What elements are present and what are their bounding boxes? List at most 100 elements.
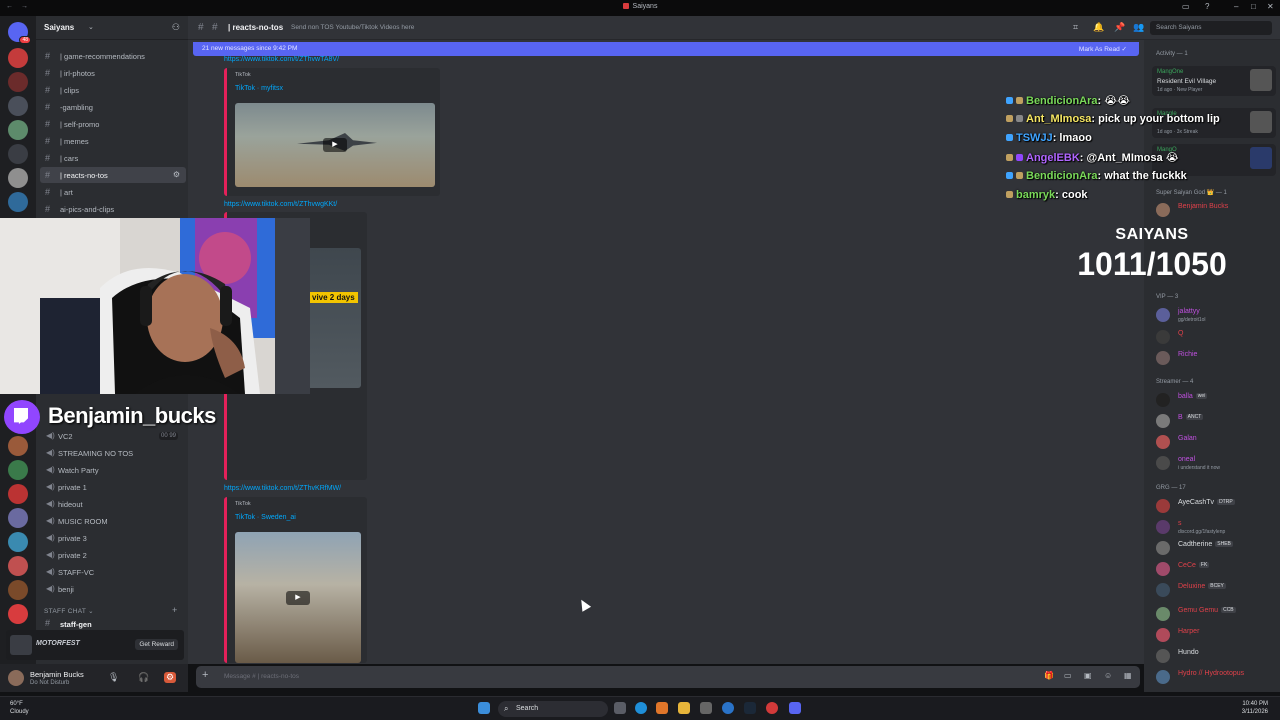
pin-icon[interactable]: 📌	[1114, 22, 1125, 33]
member-item[interactable]: balla wei	[1156, 391, 1276, 409]
channel-cars[interactable]: # | cars	[40, 150, 186, 166]
member-item[interactable]: Benjamin Bucks	[1156, 201, 1276, 219]
avatar[interactable]	[8, 670, 24, 686]
video-thumbnail[interactable]: vive 2 days	[307, 248, 361, 388]
embed-title[interactable]: TikTok · Sweden_ai	[235, 514, 296, 521]
member-item[interactable]: Harper	[1156, 626, 1276, 644]
server-icon[interactable]	[8, 508, 28, 528]
play-icon[interactable]: ▶	[323, 138, 347, 152]
member-item[interactable]: Richie	[1156, 349, 1276, 367]
taskbar-search[interactable]: ⌕ Search	[498, 701, 608, 717]
steam-icon[interactable]	[744, 702, 756, 714]
voice-channel-benji[interactable]: ◀) benji	[40, 581, 186, 598]
voice-channel-private-1[interactable]: ◀) private 1	[40, 479, 186, 496]
server-icon[interactable]	[8, 460, 28, 480]
server-icon[interactable]	[8, 532, 28, 552]
channel-staff-gen[interactable]: # staff-gen	[40, 618, 186, 630]
mark-as-read-button[interactable]: Mark As Read ✓	[1079, 45, 1127, 53]
member-item[interactable]: s discord.gg/1fastylenp	[1156, 518, 1276, 536]
voice-channel-private-2[interactable]: ◀) private 2	[40, 547, 186, 564]
channel-reacts-no-tos[interactable]: # | reacts-no-tos ⚙	[40, 167, 186, 183]
message-link[interactable]: https://www.tiktok.com/t/ZThvKRfMW/	[224, 485, 341, 492]
channel-irl-photos[interactable]: # | irl-photos	[40, 65, 186, 81]
inbox-icon[interactable]: ▭	[1182, 2, 1190, 11]
help-icon[interactable]: ?	[1205, 2, 1209, 11]
settings-gear-icon[interactable]: ⚙	[164, 672, 177, 683]
member-item[interactable]: Gemu Gemu CCB	[1156, 605, 1276, 623]
member-item[interactable]: oneal i understand it now	[1156, 454, 1276, 472]
channel-memes[interactable]: # | memes	[40, 133, 186, 149]
server-icon[interactable]	[8, 556, 28, 576]
app-icon[interactable]	[766, 702, 778, 714]
voice-channel-watch-party[interactable]: ◀) Watch Party	[40, 462, 186, 479]
channel-clips[interactable]: # | clips	[40, 82, 186, 98]
threads-icon[interactable]: ⌗	[1073, 22, 1078, 33]
member-item[interactable]: Deluxine BCEY	[1156, 581, 1276, 599]
windows-start-icon[interactable]	[478, 702, 490, 714]
message-composer[interactable]: + Message # | reacts-no-tos 🎁 ▭ ▣ ☺ ▦	[196, 666, 1140, 688]
server-icon[interactable]	[8, 484, 28, 504]
new-messages-bar[interactable]: 21 new messages since 9:42 PM Mark As Re…	[193, 42, 1139, 56]
server-icon[interactable]	[8, 580, 28, 600]
server-icon[interactable]	[8, 604, 28, 624]
microphone-icon[interactable]: 🎙	[108, 672, 119, 683]
message-link[interactable]: https://www.tiktok.com/t/ZThvwTA8V/	[224, 56, 339, 63]
gif-icon[interactable]: ▭	[1064, 671, 1072, 680]
channel-game-recommendations[interactable]: # | game-recommendations	[40, 48, 186, 64]
server-icon[interactable]	[8, 436, 28, 456]
member-item[interactable]: Hundo	[1156, 647, 1276, 665]
app-icon[interactable]	[656, 702, 668, 714]
voice-channel-streaming-no-tos[interactable]: ◀) STREAMING NO TOS	[40, 445, 186, 462]
close-button[interactable]: ✕	[1267, 2, 1274, 11]
server-icon[interactable]	[8, 144, 28, 164]
video-thumbnail[interactable]: ▶	[235, 532, 361, 663]
member-item[interactable]: CeCe FK	[1156, 560, 1276, 578]
direct-messages-icon[interactable]: 48	[8, 22, 31, 44]
message-input[interactable]: Message # | reacts-no-tos	[224, 673, 299, 680]
category-staff-chat[interactable]: STAFF CHAT ⌄	[44, 607, 94, 615]
search-input[interactable]: Search Saiyans	[1150, 21, 1272, 35]
add-attachment-icon[interactable]: +	[202, 669, 208, 681]
apps-icon[interactable]: ▦	[1124, 671, 1132, 680]
task-view-icon[interactable]	[614, 702, 626, 714]
member-list-icon[interactable]: 👥	[1133, 22, 1144, 33]
bell-icon[interactable]: 🔔	[1093, 22, 1104, 33]
maximize-button[interactable]: □	[1251, 2, 1256, 11]
play-icon[interactable]: ▶	[286, 590, 310, 605]
server-icon[interactable]	[8, 192, 28, 212]
headphones-icon[interactable]: 🎧	[138, 672, 149, 683]
embed-title[interactable]: TikTok · myfitsx	[235, 85, 283, 92]
channel-settings-icon[interactable]: ⚙	[173, 170, 180, 179]
member-item[interactable]: Cadtherine SHEB	[1156, 539, 1276, 557]
channel-self-promo[interactable]: # | self-promo	[40, 116, 186, 132]
member-item[interactable]: Q	[1156, 328, 1276, 346]
file-explorer-icon[interactable]	[678, 702, 690, 714]
add-member-icon[interactable]: ⚇	[172, 22, 180, 33]
member-item[interactable]: Galan	[1156, 433, 1276, 451]
channel-art[interactable]: # | art	[40, 184, 186, 200]
voice-channel-private-3[interactable]: ◀) private 3	[40, 530, 186, 547]
emoji-icon[interactable]: ☺	[1104, 671, 1112, 680]
channel-ai-pics-and-clips[interactable]: # ai-pics-and-clips	[40, 201, 186, 217]
voice-channel-hideout[interactable]: ◀) hideout	[40, 496, 186, 513]
message-link[interactable]: https://www.tiktok.com/t/ZThvwgKKt/	[224, 201, 337, 208]
voice-channel-staff-vc[interactable]: ◀) STAFF-VC	[40, 564, 186, 581]
settings-icon[interactable]	[700, 702, 712, 714]
server-icon[interactable]	[8, 168, 28, 188]
weather-widget[interactable]: 60°F Cloudy	[10, 700, 29, 716]
member-item[interactable]: B ANCT	[1156, 412, 1276, 430]
add-channel-icon[interactable]: +	[172, 605, 177, 615]
minimize-button[interactable]: –	[1234, 2, 1238, 11]
get-reward-button[interactable]: Get Reward	[135, 639, 178, 650]
video-thumbnail[interactable]: ▶	[235, 103, 435, 187]
chrome-icon[interactable]	[722, 702, 734, 714]
server-icon[interactable]	[8, 72, 28, 92]
gift-icon[interactable]: 🎁	[1044, 671, 1054, 680]
channel-gambling[interactable]: # -gambling	[40, 99, 186, 115]
discord-icon[interactable]	[789, 702, 801, 714]
server-icon[interactable]	[8, 96, 28, 116]
promo-banner[interactable]: MOTORFEST Get Reward	[6, 630, 184, 660]
edge-icon[interactable]	[635, 702, 647, 714]
member-item[interactable]: AyeCashTv DTRP	[1156, 497, 1276, 515]
voice-channel-music-room[interactable]: ◀) MUSIC ROOM	[40, 513, 186, 530]
